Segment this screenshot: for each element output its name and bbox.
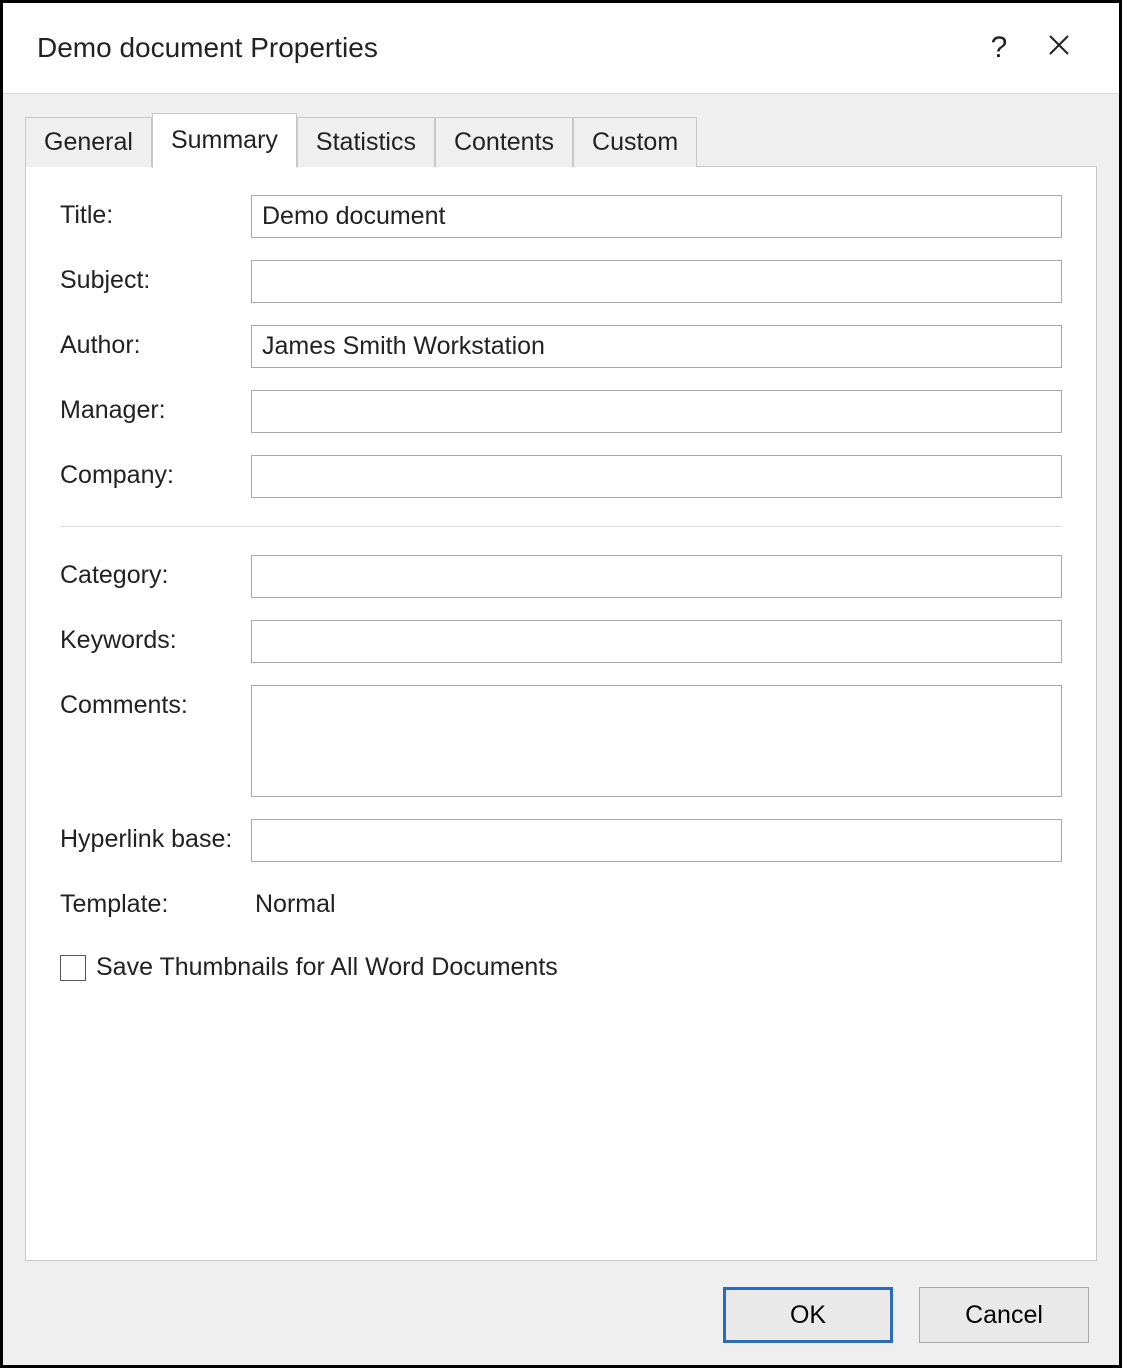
save-thumbnails-label[interactable]: Save Thumbnails for All Word Documents xyxy=(96,953,558,982)
close-icon xyxy=(1047,33,1071,57)
manager-label: Manager: xyxy=(60,390,245,425)
category-input[interactable] xyxy=(251,555,1062,598)
company-input[interactable] xyxy=(251,455,1062,498)
hyperlink-base-label: Hyperlink base: xyxy=(60,819,245,854)
properties-dialog: Demo document Properties ? General Summa… xyxy=(0,0,1122,1368)
comments-label: Comments: xyxy=(60,685,245,720)
summary-form: Title: Subject: Author: Manager: Company… xyxy=(60,195,1062,919)
dialog-title: Demo document Properties xyxy=(37,32,969,64)
tab-general[interactable]: General xyxy=(25,117,152,167)
tab-statistics[interactable]: Statistics xyxy=(297,117,435,167)
close-button[interactable] xyxy=(1029,31,1089,65)
summary-panel: Title: Subject: Author: Manager: Company… xyxy=(25,166,1097,1261)
dialog-body: General Summary Statistics Contents Cust… xyxy=(3,93,1119,1365)
save-thumbnails-checkbox[interactable] xyxy=(60,955,86,981)
template-value: Normal xyxy=(251,884,1062,919)
hyperlink-base-input[interactable] xyxy=(251,819,1062,862)
manager-input[interactable] xyxy=(251,390,1062,433)
tab-summary[interactable]: Summary xyxy=(152,113,297,168)
keywords-label: Keywords: xyxy=(60,620,245,655)
company-label: Company: xyxy=(60,455,245,490)
category-label: Category: xyxy=(60,555,245,590)
form-divider xyxy=(60,526,1062,527)
help-button[interactable]: ? xyxy=(969,31,1029,65)
template-label: Template: xyxy=(60,884,245,919)
keywords-input[interactable] xyxy=(251,620,1062,663)
ok-button[interactable]: OK xyxy=(723,1287,893,1343)
author-input[interactable] xyxy=(251,325,1062,368)
title-input[interactable] xyxy=(251,195,1062,238)
subject-input[interactable] xyxy=(251,260,1062,303)
save-thumbnails-row: Save Thumbnails for All Word Documents xyxy=(60,953,1062,982)
comments-input[interactable] xyxy=(251,685,1062,797)
subject-label: Subject: xyxy=(60,260,245,295)
dialog-button-row: OK Cancel xyxy=(25,1261,1097,1343)
titlebar: Demo document Properties ? xyxy=(3,3,1119,93)
author-label: Author: xyxy=(60,325,245,360)
tab-contents[interactable]: Contents xyxy=(435,117,573,167)
tab-strip: General Summary Statistics Contents Cust… xyxy=(25,112,1097,167)
cancel-button[interactable]: Cancel xyxy=(919,1287,1089,1343)
tab-custom[interactable]: Custom xyxy=(573,117,697,167)
title-label: Title: xyxy=(60,195,245,230)
